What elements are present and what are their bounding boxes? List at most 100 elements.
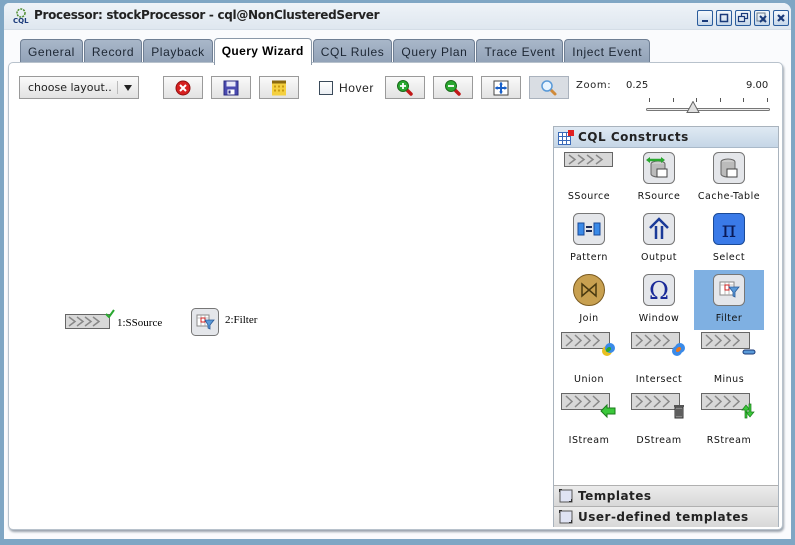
construct-rsource[interactable]: RSource xyxy=(624,148,694,208)
templates-section[interactable]: Templates xyxy=(554,485,778,506)
delete-icon xyxy=(175,80,191,95)
layout-select[interactable]: choose layout.. xyxy=(19,76,139,99)
processor-window: CQL Processor: stockProcessor - cql@NonC… xyxy=(0,0,795,545)
window-omega-icon: Ω xyxy=(643,274,675,306)
restore-icon xyxy=(737,12,749,23)
check-icon xyxy=(105,309,115,318)
user-defined-templates-label: User-defined templates xyxy=(578,510,749,524)
filter-icon xyxy=(713,274,745,306)
save-button[interactable] xyxy=(211,76,251,99)
calendar-button[interactable] xyxy=(259,76,299,99)
select-pi-icon: π xyxy=(713,213,745,245)
construct-label: Cache-Table xyxy=(697,191,761,202)
zoom-slider-track[interactable] xyxy=(646,108,770,111)
canvas-node-ssource[interactable]: 1:SSource xyxy=(65,309,162,335)
calendar-icon xyxy=(272,80,286,95)
maximize-icon xyxy=(719,13,729,23)
minus-icon xyxy=(701,332,756,355)
node-label: 2:Filter xyxy=(225,314,258,326)
tab-query-wizard[interactable]: Query Wizard xyxy=(213,38,312,65)
zoom-slider-tick xyxy=(719,98,721,102)
templates-label: Templates xyxy=(578,489,652,503)
output-icon xyxy=(643,213,675,245)
cql-constructs-header[interactable]: CQL Constructs xyxy=(554,127,778,148)
toolbar: choose layout.. Hover Zoom: 0.25 9.00 xyxy=(9,63,782,113)
construct-ssource[interactable]: SSource xyxy=(554,148,624,208)
construct-label: Intersect xyxy=(635,374,683,385)
user-defined-templates-section[interactable]: User-defined templates xyxy=(554,506,778,527)
construct-label: RSource xyxy=(637,191,681,202)
fit-to-view-icon xyxy=(493,80,509,95)
window-title: Processor: stockProcessor - cql@NonClust… xyxy=(34,8,380,22)
construct-label: Output xyxy=(641,252,677,263)
zoom-slider-tick xyxy=(672,98,674,102)
zoom-slider-thumb[interactable] xyxy=(685,101,700,113)
magnifier-button[interactable] xyxy=(529,76,569,99)
save-icon xyxy=(223,80,239,95)
cql-app-icon: CQL xyxy=(13,8,29,24)
palette-title: CQL Constructs xyxy=(578,130,689,144)
close-others-button[interactable] xyxy=(754,10,770,26)
construct-label: Select xyxy=(712,252,746,263)
title-bar: CQL Processor: stockProcessor - cql@NonC… xyxy=(4,3,791,30)
relation-source-icon xyxy=(643,152,675,184)
construct-window[interactable]: Ω Window xyxy=(624,270,694,330)
construct-filter[interactable]: Filter xyxy=(694,270,764,330)
construct-intersect[interactable]: Intersect xyxy=(624,331,694,391)
construct-istream[interactable]: IStream xyxy=(554,392,624,452)
filter-icon xyxy=(191,308,219,336)
construct-select[interactable]: π Select xyxy=(694,209,764,269)
zoom-label: Zoom: xyxy=(576,80,612,91)
union-icon xyxy=(561,332,615,356)
select-separator xyxy=(117,81,118,94)
cache-table-icon xyxy=(713,152,745,184)
fit-to-view-button[interactable] xyxy=(481,76,521,99)
delete-button[interactable] xyxy=(163,76,203,99)
svg-text:Ω: Ω xyxy=(649,277,669,305)
minimize-button[interactable] xyxy=(697,10,713,26)
canvas-node-filter[interactable]: 2:Filter xyxy=(191,308,257,340)
close-icon xyxy=(777,14,785,22)
dstream-icon xyxy=(631,393,684,419)
maximize-button[interactable] xyxy=(716,10,732,26)
pattern-icon xyxy=(573,213,605,245)
restore-button[interactable] xyxy=(735,10,751,26)
zoom-max-label: 9.00 xyxy=(746,80,769,91)
zoom-min-label: 0.25 xyxy=(626,80,649,91)
hover-checkbox[interactable] xyxy=(319,81,333,95)
construct-pattern[interactable]: Pattern xyxy=(554,209,624,269)
construct-output[interactable]: Output xyxy=(624,209,694,269)
constructs-grid: SSource RSource Cache-Table Pattern Outp… xyxy=(554,148,778,463)
magnifier-icon xyxy=(541,79,557,95)
query-wizard-panel: choose layout.. Hover Zoom: 0.25 9.00 1:… xyxy=(8,62,783,530)
construct-minus[interactable]: Minus xyxy=(694,331,764,391)
construct-dstream[interactable]: DStream xyxy=(624,392,694,452)
construct-label: Window xyxy=(638,313,680,324)
grid-icon xyxy=(558,130,574,145)
construct-rstream[interactable]: RStream xyxy=(694,392,764,452)
zoom-in-button[interactable] xyxy=(385,76,425,99)
close-others-icon xyxy=(756,12,767,23)
rstream-icon xyxy=(701,393,755,419)
hover-label: Hover xyxy=(339,81,375,95)
chevron-down-icon xyxy=(124,85,132,91)
zoom-out-button[interactable] xyxy=(433,76,473,99)
svg-text:π: π xyxy=(722,218,736,243)
minimize-icon xyxy=(702,20,708,22)
construct-union[interactable]: Union xyxy=(554,331,624,391)
zoom-slider-tick xyxy=(649,98,650,102)
construct-cache-table[interactable]: Cache-Table xyxy=(694,148,764,208)
folder-icon xyxy=(559,489,573,503)
svg-text:CQL: CQL xyxy=(13,17,29,24)
construct-join[interactable]: Join xyxy=(554,270,624,330)
construct-label: SSource xyxy=(567,191,611,202)
close-button[interactable] xyxy=(773,10,789,26)
construct-label: Minus xyxy=(713,374,745,385)
zoom-out-icon xyxy=(445,79,461,96)
construct-label: Join xyxy=(579,313,599,324)
tab-bar: General Record Playback Query Wizard CQL… xyxy=(20,38,651,65)
construct-label: Pattern xyxy=(570,252,608,263)
intersect-icon xyxy=(631,332,685,356)
construct-label: DStream xyxy=(636,435,682,446)
layout-select-value: choose layout.. xyxy=(28,81,112,94)
